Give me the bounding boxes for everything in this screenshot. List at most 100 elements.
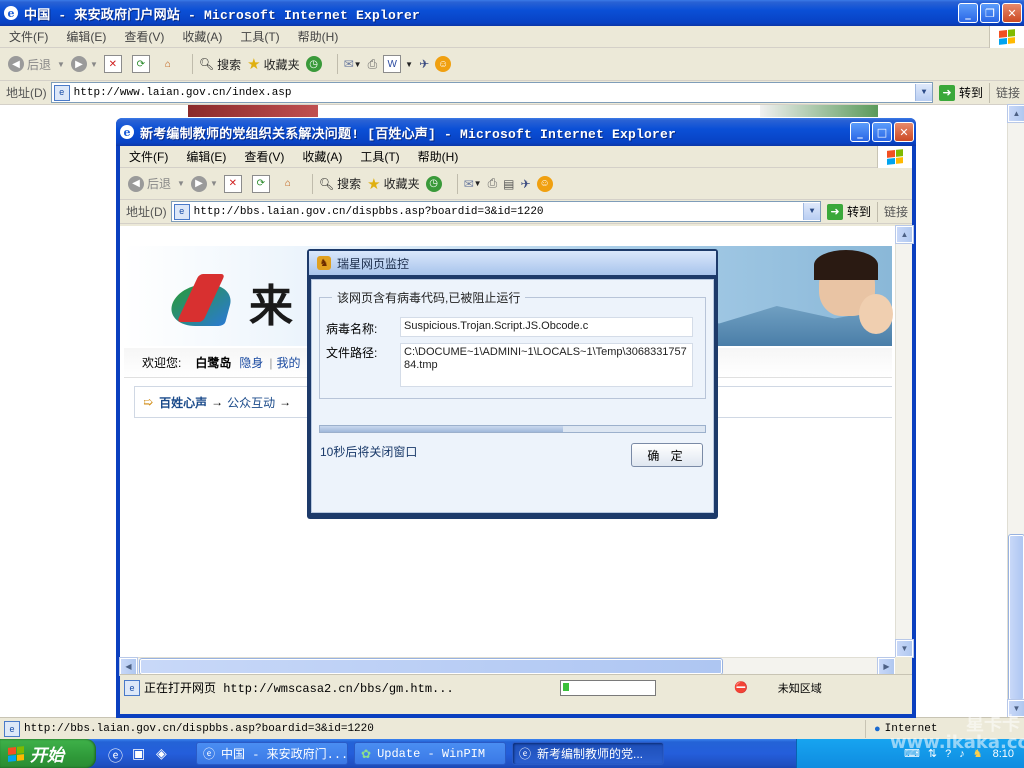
print-button[interactable]: ⎙: [368, 57, 378, 72]
rising-dialog: ♞ 瑞星网页监控 该网页含有病毒代码,已被阻止运行 病毒名称: Suspicio…: [307, 249, 718, 519]
inner-titlebar[interactable]: e 新考编制教师的党组织关系解决问题! [百姓心声] - Microsoft I…: [116, 118, 916, 146]
refresh-button[interactable]: ⟳: [131, 55, 154, 73]
outer-scrollbar[interactable]: ▲ ▼: [1007, 104, 1024, 718]
inner-close-button[interactable]: ✕: [894, 122, 914, 142]
inner-minimize-button[interactable]: _: [850, 122, 870, 142]
inner-menu-view[interactable]: 查看(V): [235, 148, 293, 165]
task-button-winpim[interactable]: ✿ Update - WinPIM: [354, 742, 506, 765]
close-button[interactable]: ✕: [1002, 3, 1022, 23]
status-page-icon: e: [4, 720, 20, 737]
outer-scroll-down[interactable]: ▼: [1007, 699, 1024, 718]
inner-maximize-button[interactable]: □: [872, 122, 892, 142]
inner-scrollbar[interactable]: ▲ ▼: [895, 225, 914, 658]
minimize-button[interactable]: _: [958, 3, 978, 23]
volume-tray-icon[interactable]: ♪: [959, 748, 965, 760]
menu-view[interactable]: 查看(V): [115, 28, 173, 45]
inner-scroll-down[interactable]: ▼: [895, 639, 914, 658]
dialog-titlebar[interactable]: ♞ 瑞星网页监控: [309, 251, 716, 275]
mine-link[interactable]: 我的: [277, 354, 301, 371]
inner-qq-button[interactable]: ☺: [536, 175, 556, 192]
network-tray-icon[interactable]: ⇅: [928, 747, 937, 760]
stop-button[interactable]: ✕: [103, 55, 126, 73]
mail-button[interactable]: ✉ ▼: [344, 57, 362, 71]
inner-back-button[interactable]: ◀ 后退 ▼: [128, 175, 185, 192]
menu-file[interactable]: 文件(F): [0, 28, 57, 45]
rising-tray-icon[interactable]: ♞: [973, 747, 983, 760]
inner-scroll-left[interactable]: ◀: [119, 657, 138, 676]
search-button[interactable]: 🔍︎ 搜索: [199, 56, 241, 73]
outer-scroll-thumb[interactable]: [1008, 534, 1024, 701]
start-button[interactable]: 开始: [0, 739, 96, 768]
hide-link[interactable]: 隐身: [239, 354, 263, 371]
desktop-quicklaunch-icon[interactable]: ▣: [132, 745, 145, 762]
inner-menu-tools[interactable]: 工具(T): [351, 148, 408, 165]
inner-home-button[interactable]: ⌂: [280, 176, 300, 192]
system-tray: ⌨ ⇅ ? ♪ ♞ 8:10: [796, 739, 1024, 768]
inner-edit-button[interactable]: ▤: [503, 177, 514, 191]
close-countdown-progress-fill: [320, 426, 563, 432]
ie-quicklaunch-icon[interactable]: ⓔ: [108, 745, 123, 766]
inner-scroll-up[interactable]: ▲: [895, 225, 914, 244]
inner-favorites-button[interactable]: ★ 收藏夹: [367, 175, 419, 193]
help-tray-icon[interactable]: ?: [945, 748, 951, 760]
inner-address-dropdown-icon[interactable]: ▼: [802, 203, 820, 220]
home-button[interactable]: ⌂: [160, 56, 180, 72]
links-button[interactable]: 链接: [988, 82, 1024, 103]
qq-button[interactable]: ☺: [435, 56, 454, 72]
keyboard-tray-icon[interactable]: ⌨: [904, 747, 920, 760]
search-icon: 🔍︎: [318, 176, 335, 191]
ok-button[interactable]: 确 定: [631, 443, 703, 467]
windows-flag-icon: [887, 148, 903, 165]
menu-help[interactable]: 帮助(H): [289, 28, 348, 45]
task-button-laian[interactable]: ⓔ 中国 - 来安政府门...: [196, 742, 348, 765]
inner-scroll-right[interactable]: ▶: [877, 657, 896, 676]
inner-history-button[interactable]: ◷: [425, 175, 445, 192]
forward-button[interactable]: ▶ ▼: [70, 56, 98, 72]
messenger-button[interactable]: ✈: [419, 57, 429, 71]
inner-print-button[interactable]: ⎙: [488, 176, 498, 191]
address-input[interactable]: e http://www.laian.gov.cn/index.asp ▼: [50, 82, 933, 103]
star-icon: ★: [247, 56, 261, 73]
inner-refresh-button[interactable]: ⟳: [251, 174, 274, 193]
history-button[interactable]: ◷: [305, 56, 325, 72]
inner-go-button[interactable]: ➜ 转到: [826, 203, 871, 220]
refresh-icon: ⟳: [131, 55, 150, 73]
stop-icon: ✕: [103, 55, 122, 73]
inner-menu-file[interactable]: 文件(F): [120, 148, 177, 165]
inner-links-button[interactable]: 链接: [876, 201, 912, 222]
outer-titlebar[interactable]: e 中国 - 来安政府门户网站 - Microsoft Internet Exp…: [0, 0, 1024, 26]
winpim-icon: ✿: [361, 746, 372, 761]
inner-search-button[interactable]: 🔍︎ 搜索: [319, 175, 361, 192]
site-logo: [166, 274, 242, 330]
restore-button[interactable]: ❐: [980, 3, 1000, 23]
favorites-button[interactable]: ★ 收藏夹: [247, 55, 299, 73]
address-label: 地址(D): [6, 86, 47, 100]
back-button[interactable]: ◀ 后退 ▼: [8, 56, 65, 73]
breadcrumb-section[interactable]: 公众互动: [227, 394, 275, 411]
inner-menu-help[interactable]: 帮助(H): [409, 148, 468, 165]
inner-messenger-button[interactable]: ✈: [521, 177, 531, 191]
menu-favorites[interactable]: 收藏(A): [173, 28, 231, 45]
dialog-title: 瑞星网页监控: [337, 256, 410, 271]
breadcrumb-board[interactable]: 百姓心声: [159, 394, 207, 411]
outer-scroll-up[interactable]: ▲: [1007, 104, 1024, 123]
inner-menu-favorites[interactable]: 收藏(A): [293, 148, 351, 165]
inner-hscroll-thumb[interactable]: [139, 658, 723, 675]
inner-forward-button[interactable]: ▶ ▼: [190, 175, 218, 192]
page-icon: e: [173, 203, 190, 220]
inner-address-input[interactable]: e http://bbs.laian.gov.cn/dispbbs.asp?bo…: [170, 201, 821, 222]
inner-hscrollbar[interactable]: ◀ ▶: [119, 657, 896, 676]
media-quicklaunch-icon[interactable]: ◈: [156, 745, 167, 762]
inner-stop-button[interactable]: ✕: [223, 174, 246, 193]
menu-tools[interactable]: 工具(T): [231, 28, 288, 45]
address-dropdown-icon[interactable]: ▼: [914, 84, 932, 101]
file-path-label: 文件路径:: [326, 346, 378, 360]
task-button-forum[interactable]: ⓔ 新考编制教师的党...: [512, 742, 664, 765]
go-arrow-icon: ➜: [826, 203, 843, 220]
go-button[interactable]: ➜ 转到: [938, 84, 983, 101]
menu-edit[interactable]: 编辑(E): [57, 28, 115, 45]
username[interactable]: 白鹭岛: [195, 354, 231, 371]
inner-mail-button[interactable]: ✉ ▼: [464, 177, 482, 191]
inner-menu-edit[interactable]: 编辑(E): [177, 148, 235, 165]
edit-button[interactable]: W ▼: [383, 55, 413, 73]
